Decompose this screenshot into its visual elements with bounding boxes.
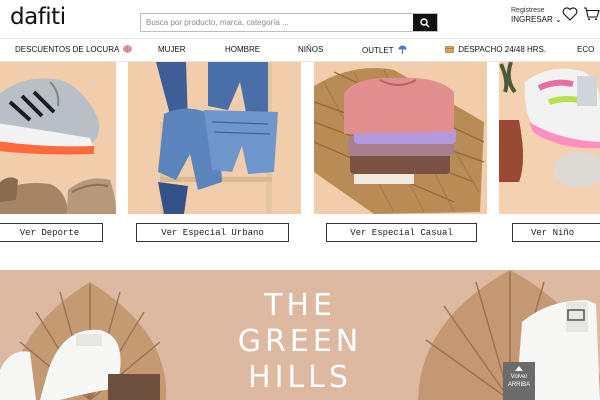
banner-title-line1: THE — [264, 288, 336, 323]
nav-label: ECO — [577, 45, 595, 54]
back-to-top-button[interactable]: Volver ARRIBA — [503, 362, 535, 400]
main-navigation: DESCUENTOS DE LOCURA MUJER HOMBRE NIÑOS … — [0, 38, 600, 62]
nav-item-ninos[interactable]: NIÑOS — [298, 45, 323, 54]
search-icon — [420, 17, 430, 28]
login-dropdown[interactable]: INGRESAR ⌄ — [511, 15, 562, 24]
register-link[interactable]: Registrese — [511, 6, 562, 15]
heart-icon[interactable] — [562, 7, 578, 21]
chevron-up-icon — [515, 366, 523, 371]
back-to-top-label: ARRIBA — [507, 382, 531, 388]
site-header: dafiti Registrese INGRESAR ⌄ — [0, 0, 600, 38]
box-icon — [445, 46, 454, 53]
nav-item-outlet[interactable]: OUTLET — [362, 45, 407, 55]
nav-label: DESPACHO 24/48 HRS. — [458, 45, 547, 54]
search-input[interactable] — [141, 14, 413, 31]
category-tile-deporte[interactable] — [0, 62, 116, 214]
sweaters-image — [314, 62, 487, 214]
brain-icon — [123, 45, 132, 53]
ver-especial-urbano-button[interactable]: Ver Especial Urbano — [136, 223, 289, 242]
banner-title-line2: GREEN — [237, 324, 363, 359]
dafiti-logo[interactable]: dafiti — [10, 4, 66, 30]
ver-especial-casual-button[interactable]: Ver Especial Casual — [326, 223, 477, 242]
nav-label: DESCUENTOS DE LOCURA — [15, 45, 119, 54]
back-to-top-label: Volver — [510, 374, 528, 380]
umbrella-icon — [398, 45, 407, 54]
cart-icon[interactable] — [583, 7, 600, 21]
kids-shoe-image — [499, 62, 600, 214]
search-button[interactable] — [413, 14, 437, 31]
ver-nino-button[interactable]: Ver Niño — [512, 223, 600, 242]
account-menu[interactable]: Registrese INGRESAR ⌄ — [511, 6, 562, 24]
nav-item-despacho[interactable]: DESPACHO 24/48 HRS. — [445, 45, 546, 54]
nav-item-descuentos[interactable]: DESCUENTOS DE LOCURA — [15, 45, 132, 54]
category-tile-nino[interactable] — [499, 62, 600, 214]
ver-deporte-button[interactable]: Ver Deporte — [0, 223, 103, 242]
search-bar — [140, 13, 438, 32]
nav-item-hombre[interactable]: HOMBRE — [225, 45, 260, 54]
nav-item-eco[interactable]: ECO — [577, 45, 600, 54]
nav-label: OUTLET — [362, 46, 394, 55]
nav-item-mujer[interactable]: MUJER — [158, 45, 186, 54]
category-tile-casual[interactable] — [314, 62, 487, 214]
jeans-image — [128, 62, 301, 214]
category-tile-urbano[interactable] — [128, 62, 301, 214]
sports-shoe-image — [0, 62, 116, 214]
